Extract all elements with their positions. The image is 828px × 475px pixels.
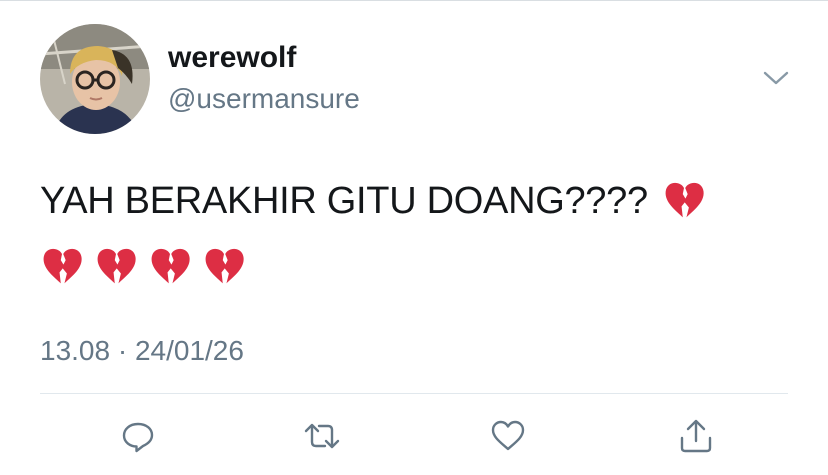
tweet-text-line-2	[40, 234, 800, 300]
retweet-icon	[304, 423, 340, 449]
broken-heart-emoji-icon	[202, 242, 246, 286]
action-divider	[40, 393, 788, 394]
retweet-button[interactable]	[302, 416, 342, 456]
tweet-text: YAH BERAKHIR GITU DOANG????	[40, 168, 800, 300]
reply-icon	[122, 422, 154, 453]
share-button[interactable]	[676, 416, 716, 456]
user-handle[interactable]: @usermansure	[168, 82, 360, 116]
broken-heart-emoji-icon	[40, 242, 84, 286]
reply-button[interactable]	[118, 416, 158, 456]
broken-heart-emoji-icon	[94, 242, 138, 286]
like-button[interactable]	[488, 416, 528, 456]
chevron-down-icon[interactable]	[760, 66, 792, 90]
tweet-text-content: YAH BERAKHIR GITU DOANG????	[40, 180, 648, 222]
display-name[interactable]: werewolf	[168, 40, 296, 76]
broken-heart-emoji-icon	[662, 176, 706, 220]
avatar[interactable]	[40, 24, 150, 134]
share-icon	[680, 419, 712, 453]
broken-heart-emoji-icon	[148, 242, 192, 286]
tweet-text-line-1: YAH BERAKHIR GITU DOANG????	[40, 168, 800, 234]
tweet-card: werewolf @usermansure YAH BERAKHIR GITU …	[0, 0, 828, 475]
top-divider	[0, 0, 828, 1]
heart-icon	[491, 420, 525, 451]
avatar-photo	[40, 24, 150, 134]
tweet-timestamp[interactable]: 13.08 · 24/01/26	[40, 334, 244, 368]
